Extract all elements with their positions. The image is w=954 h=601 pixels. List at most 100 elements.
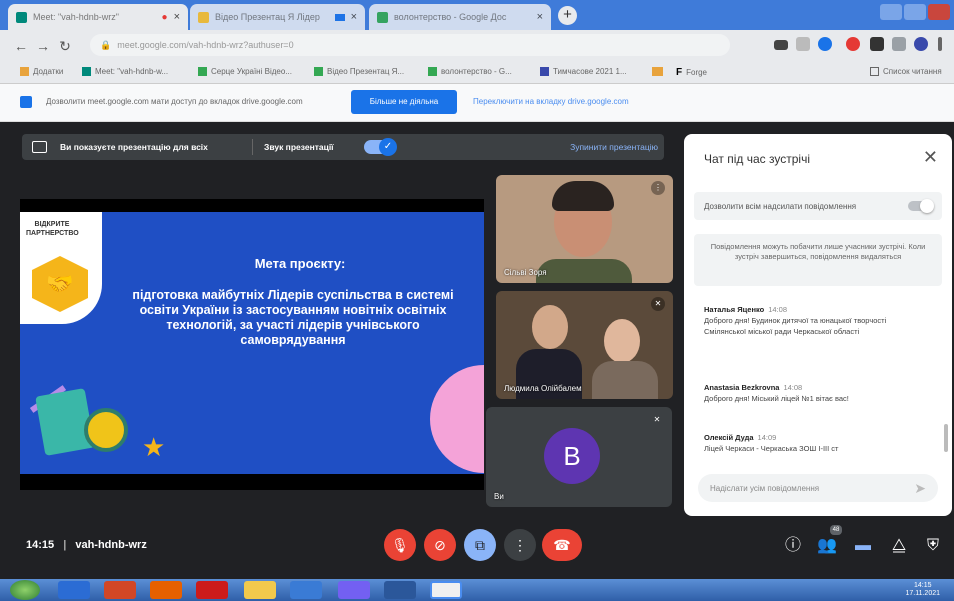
permit-messages-toggle[interactable]	[908, 199, 934, 213]
bookmark-video[interactable]: Відео Презентац Я...	[314, 67, 404, 76]
camera-toggle-button[interactable]: ⊘	[424, 529, 456, 561]
address-bar[interactable]: 🔒 meet.google.com/vah-hdnb-wrz?authuser=…	[90, 34, 730, 56]
message-text: Доброго дня! Будинок дитячої та юнацької…	[704, 316, 887, 336]
tab-title: волонтерство - Google Дос	[394, 12, 507, 22]
people-icon[interactable]: 👥	[816, 535, 838, 557]
reading-list-button[interactable]: Список читання	[870, 67, 942, 76]
viber-taskbar-icon[interactable]	[338, 581, 370, 599]
firefox-taskbar-icon[interactable]	[150, 581, 182, 599]
presentation-sound-toggle[interactable]: ✓	[364, 138, 397, 156]
forward-icon[interactable]: →	[32, 38, 54, 54]
bookmark-forge[interactable]: F Forge	[676, 67, 707, 78]
cast-toolbar-icon[interactable]	[796, 37, 810, 51]
more-options-button[interactable]: ⋮	[504, 529, 536, 561]
message-text: Ліцей Черкаси - Черкаська ЗОШ І-ІІІ ст	[704, 444, 839, 453]
slide-letterbox-bottom	[20, 474, 484, 490]
close-tab-icon[interactable]: ×	[174, 11, 180, 23]
avatar: B	[544, 428, 600, 484]
more-options-icon[interactable]: ⋮	[651, 181, 665, 195]
forge-icon: F	[676, 67, 683, 78]
message-text: Доброго дня! Міський ліцей №1 вітає вас!	[704, 394, 849, 403]
minimize-button[interactable]	[880, 4, 902, 20]
close-window-button[interactable]	[928, 4, 950, 20]
mic-toggle-button[interactable]: 🎙	[384, 529, 416, 561]
check-icon: ✓	[379, 138, 397, 156]
chat-message: Anastasia Bezkrovna 14:08 Доброго дня! Мі…	[704, 382, 914, 404]
drive-icon	[314, 67, 323, 76]
presentation-sound-label: Звук презентації	[264, 142, 334, 152]
ie-taskbar-icon[interactable]	[58, 581, 90, 599]
reading-list-icon[interactable]	[892, 37, 906, 51]
slide-title: Мета проєкту:	[254, 256, 346, 271]
meet-favicon-icon	[16, 11, 27, 23]
powerpoint-taskbar-icon[interactable]	[104, 581, 136, 599]
back-icon[interactable]: ←	[10, 38, 32, 54]
close-tab-icon[interactable]: ×	[537, 11, 543, 23]
bookmark-temp[interactable]: Тимчасове 2021 1...	[540, 67, 627, 76]
menu-icon[interactable]	[938, 37, 942, 51]
chat-message: Олексій Дуда 14:09 Ліцей Черкаси - Черкас…	[704, 432, 914, 454]
infobar-text: Дозволити meet.google.com мати доступ до…	[46, 97, 303, 106]
opera-taskbar-icon[interactable]	[196, 581, 228, 599]
maximize-button[interactable]	[904, 4, 926, 20]
permit-messages-label: Дозволити всім надсилати повідомлення	[704, 202, 857, 211]
slide-body: підготовка майбутніх Лідерів суспільства…	[132, 288, 454, 347]
folder-taskbar-icon[interactable]	[244, 581, 276, 599]
chrome-taskbar-icon[interactable]	[430, 581, 462, 599]
address-text: meet.google.com/vah-hdnb-wrz?authuser=0	[117, 40, 294, 50]
participant-hair	[552, 181, 614, 211]
tab-docs[interactable]: волонтерство - Google Дос ×	[369, 4, 551, 30]
star-icon[interactable]	[818, 37, 832, 51]
camera-off-icon: ⊘	[434, 537, 446, 553]
bookmark-image[interactable]	[652, 67, 663, 76]
bookmark-meet[interactable]: Meet: "vah-hdnb-w...	[82, 67, 168, 76]
bookmark-apps[interactable]: Додатки	[20, 67, 63, 76]
enable-access-button[interactable]: Більше не діяльна	[351, 90, 457, 114]
send-icon[interactable]: ➤	[914, 480, 926, 497]
drive-icon	[428, 67, 437, 76]
tab-meet[interactable]: Meet: "vah-hdnb-wrz" ● ×	[8, 4, 188, 30]
extension-icon[interactable]	[870, 37, 884, 51]
close-icon[interactable]: ✕	[923, 147, 938, 168]
camera-icon[interactable]	[774, 40, 788, 50]
media-taskbar-icon[interactable]	[290, 581, 322, 599]
new-tab-button[interactable]: +	[558, 6, 577, 25]
chat-notice: Повідомлення можуть побачити лише учасни…	[694, 234, 942, 286]
opera-icon[interactable]	[846, 37, 860, 51]
start-button[interactable]	[10, 580, 40, 600]
switch-tab-link[interactable]: Переключити на вкладку drive.google.com	[473, 97, 629, 106]
chat-panel: Чат під час зустрічі ✕ Дозволити всім на…	[684, 134, 952, 516]
chat-message: Наталья Яценко 14:08 Доброго дня! Будинок…	[704, 304, 914, 337]
participant-tile[interactable]: ⋮ Сільві Зоря	[496, 175, 673, 283]
stop-presenting-button[interactable]: Зупинити презентацію	[570, 142, 658, 152]
handshake-icon: 🤝	[46, 271, 74, 296]
lock-icon: 🔒	[100, 39, 112, 50]
slide-letterbox-top	[20, 199, 484, 212]
meeting-info-icon[interactable]: ⓘ	[782, 535, 804, 557]
profile-avatar[interactable]	[914, 37, 928, 51]
reload-icon[interactable]: ↻	[54, 38, 76, 55]
host-controls-icon[interactable]: ⛨	[922, 535, 944, 557]
present-screen-icon	[32, 141, 47, 153]
chat-scrollbar[interactable]	[944, 424, 948, 452]
slide-logo-text: ВІДКРИТЕ ПАРТНЕРСТВО	[26, 221, 79, 237]
bookmark-volunteer[interactable]: волонтерство - G...	[428, 67, 512, 76]
participant-body	[536, 259, 632, 283]
tab-video[interactable]: Відео Презентац Я Лідер ×	[190, 4, 365, 30]
present-button[interactable]: ⧉	[464, 529, 496, 561]
word-taskbar-icon[interactable]	[384, 581, 416, 599]
chat-title: Чат під час зустрічі	[704, 152, 810, 166]
activities-icon[interactable]: ⧋	[888, 535, 910, 557]
close-tab-icon[interactable]: ×	[351, 11, 357, 23]
clock-illustration	[84, 408, 128, 452]
divider: |	[63, 539, 67, 551]
mic-off-icon: ✕	[651, 297, 665, 311]
chat-icon[interactable]: ▬	[852, 535, 874, 557]
leave-call-button[interactable]: ☎	[542, 529, 582, 561]
participant-tile[interactable]: ✕ Людмила Олійбалем	[496, 291, 673, 399]
divider	[252, 139, 253, 155]
chat-message-input[interactable]: Надіслати усім повідомлення ➤	[698, 474, 938, 502]
toggle-knob	[920, 199, 934, 213]
message-author: Anastasia Bezkrovna	[704, 383, 780, 392]
bookmark-serce[interactable]: Серце Україні Відео...	[198, 67, 292, 76]
